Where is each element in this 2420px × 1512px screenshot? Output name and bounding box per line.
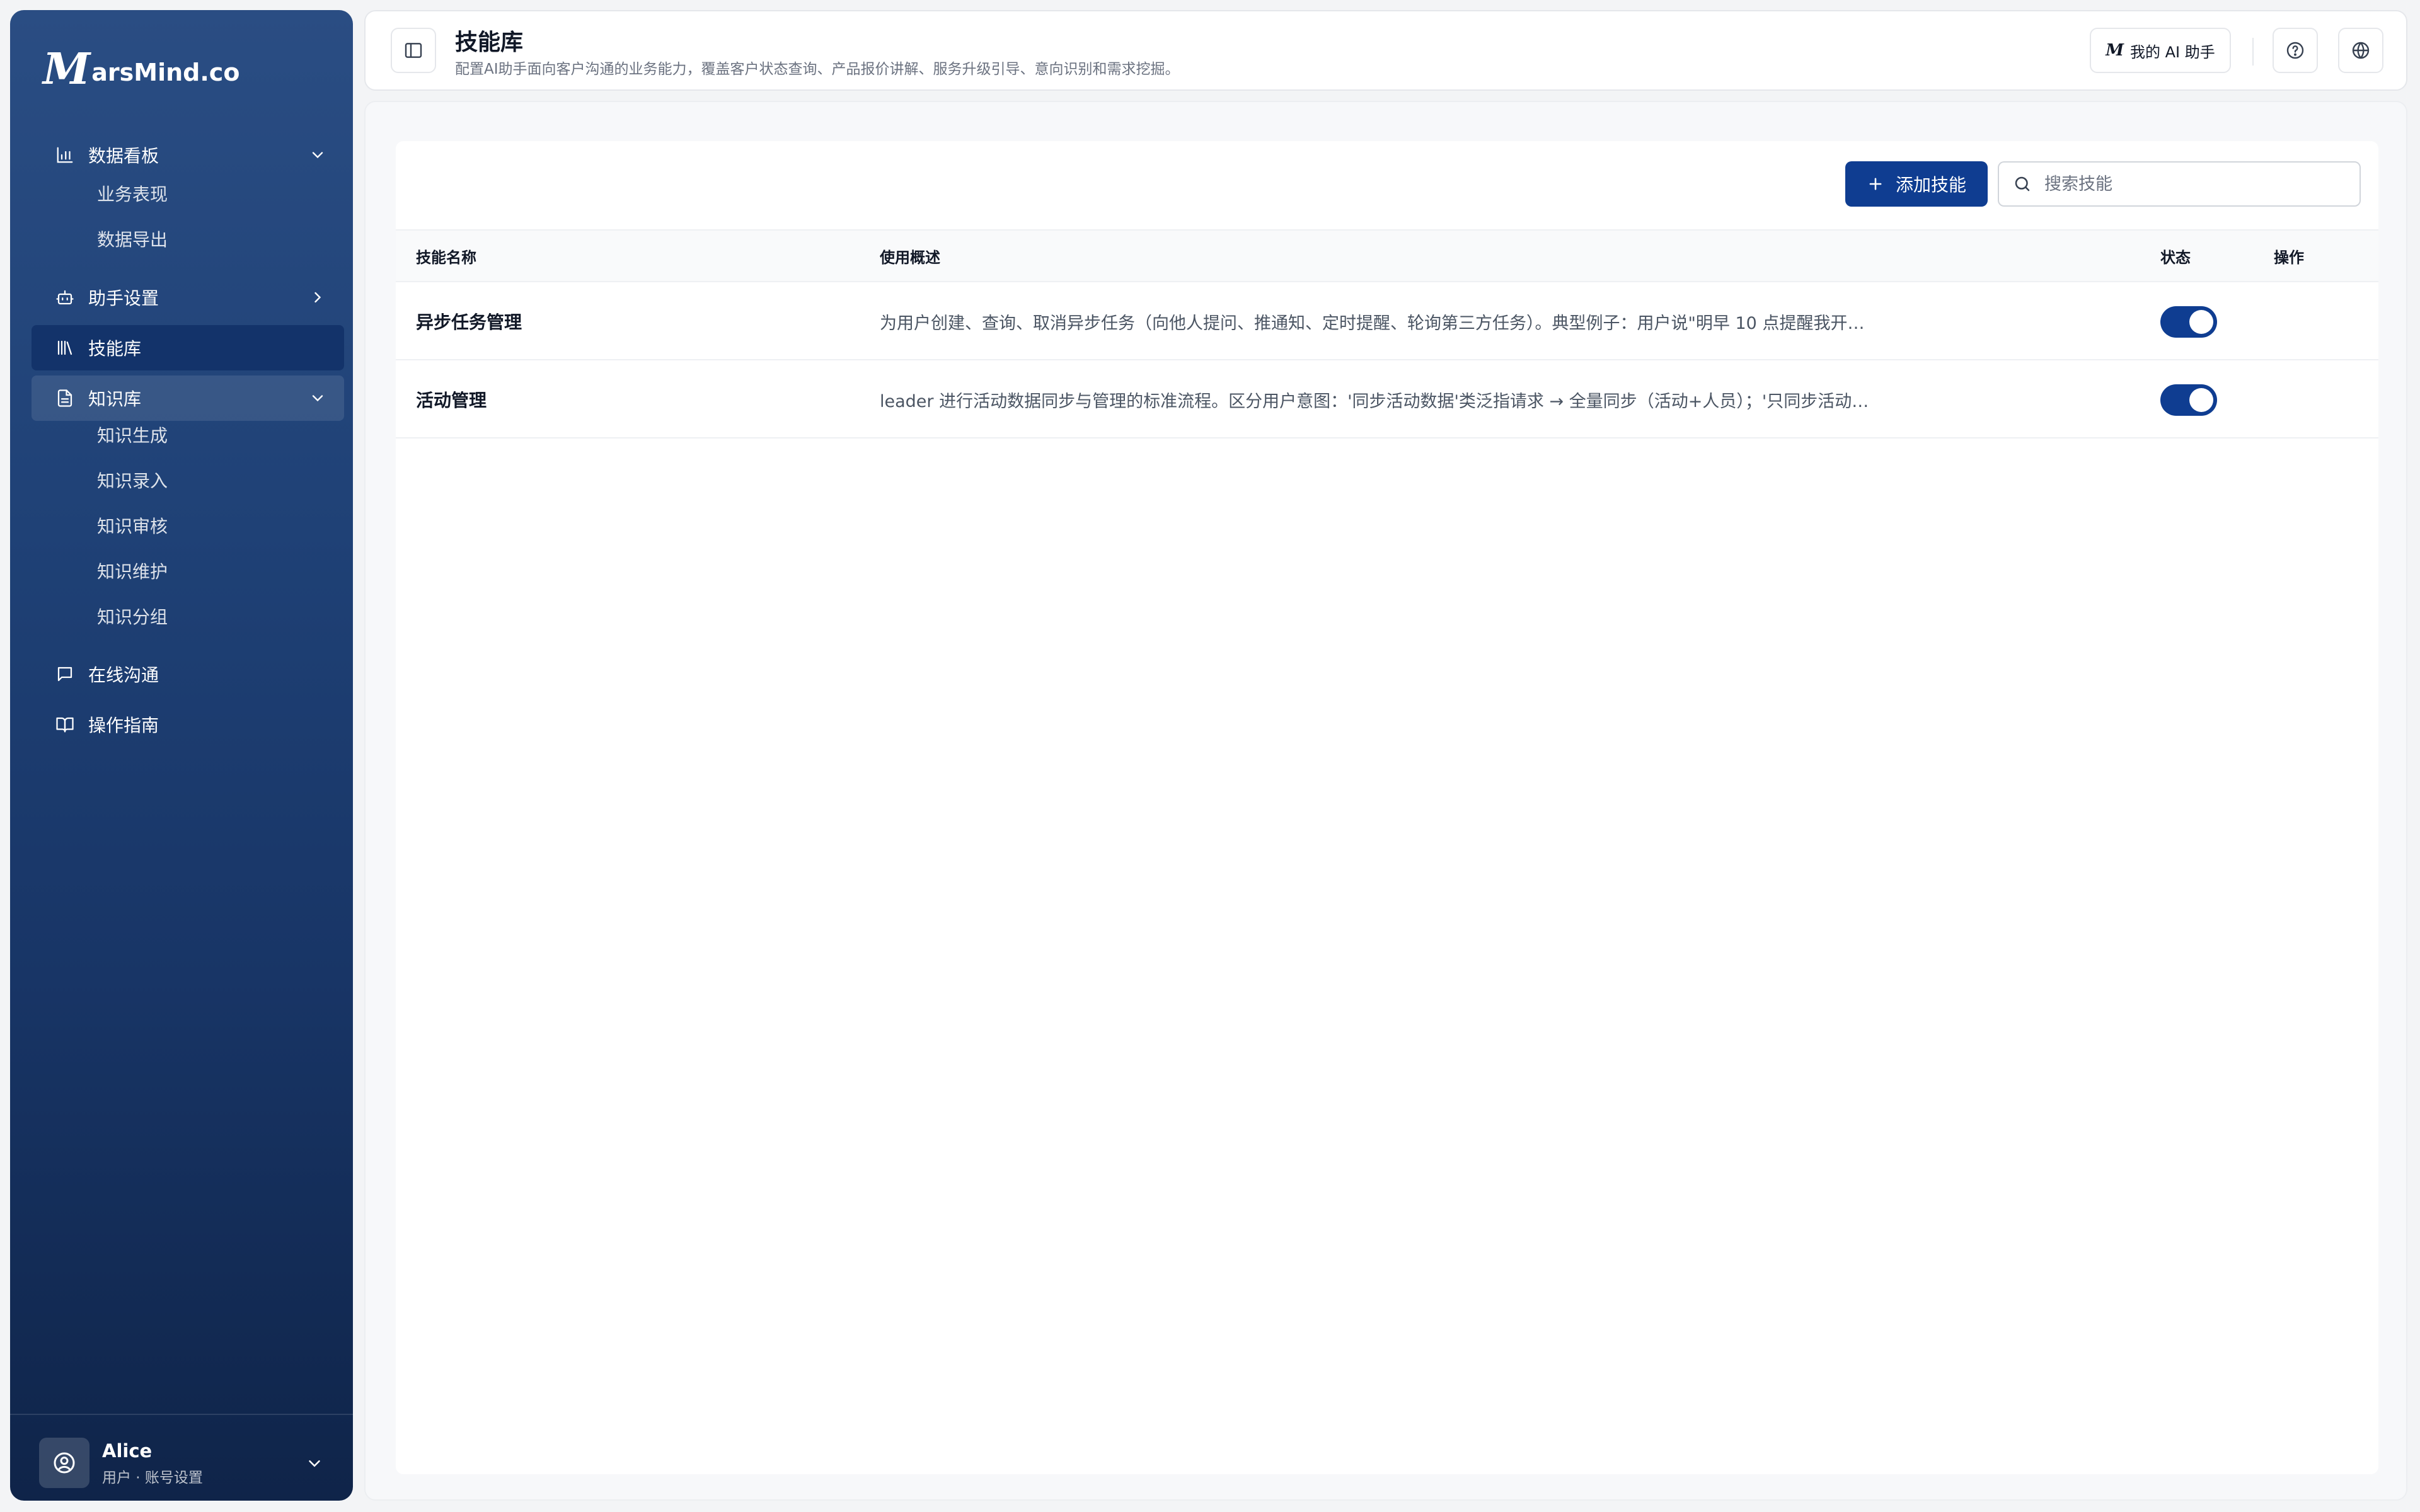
sidebar-subitem-business-performance[interactable]: 业务表现 <box>97 176 168 211</box>
search-icon <box>2015 176 2030 192</box>
sidebar-item-label: 数据看板 <box>88 146 159 166</box>
bar-chart-icon <box>54 144 76 166</box>
sidebar-item-dashboard[interactable]: 数据看板 <box>32 132 344 178</box>
library-icon <box>54 337 76 358</box>
sidebar-item-online-chat[interactable]: 在线沟通 <box>32 651 344 697</box>
sidebar-item-label: 助手设置 <box>88 288 159 309</box>
chevron-down-icon <box>309 1460 320 1467</box>
search-box[interactable] <box>1998 161 2361 207</box>
skill-name: 活动管理 <box>416 390 487 411</box>
plus-icon <box>1869 178 1882 190</box>
user-menu[interactable]: Alice 用户 · 账号设置 <box>10 1414 353 1501</box>
skills-panel: 添加技能 技能名称 使用概述 状态 操作 异步任务管理 为用户创建、查询、取消异… <box>396 141 2378 1474</box>
sidebar-item-assistant-settings[interactable]: 助手设置 <box>32 275 344 320</box>
sidebar-item-label: 操作指南 <box>88 715 159 736</box>
top-header: 技能库 配置AI助手面向客户沟通的业务能力，覆盖客户状态查询、产品报价讲解、服务… <box>364 10 2407 91</box>
chevron-down-icon <box>312 152 323 159</box>
sidebar-item-knowledge-base[interactable]: 知识库 <box>32 375 344 421</box>
skill-description-text: 为用户创建、查询、取消异步任务（向他人提问、推通知、定时提醒、轮询第三方任务）。… <box>880 313 1873 333</box>
table-row[interactable]: 异步任务管理 为用户创建、查询、取消异步任务（向他人提问、推通知、定时提醒、轮询… <box>396 282 2378 360</box>
sidebar: M arsMind.co 数据看板 业务表现 数据导出 助手设置 技能库 知识库… <box>10 10 353 1501</box>
toggle-knob <box>2189 388 2213 412</box>
column-header-description[interactable]: 使用概述 <box>880 231 940 281</box>
chevron-down-icon <box>312 395 323 402</box>
ai-logo-icon: M <box>2106 41 2124 60</box>
globe-icon <box>2352 42 2370 59</box>
header-divider <box>2252 38 2254 66</box>
table-row[interactable]: 活动管理 leader 进行活动数据同步与管理的标准流程。区分用户意图：'同步活… <box>396 360 2378 438</box>
language-button[interactable] <box>2338 28 2383 73</box>
page-description: 配置AI助手面向客户沟通的业务能力，覆盖客户状态查询、产品报价讲解、服务升级引导… <box>455 61 1180 77</box>
add-skill-label: 添加技能 <box>1895 175 1966 195</box>
sidebar-subitem-knowledge-generate[interactable]: 知识生成 <box>97 417 168 452</box>
sidebar-subitem-knowledge-entry[interactable]: 知识录入 <box>97 462 168 498</box>
column-header-actions[interactable]: 操作 <box>2274 231 2304 281</box>
user-circle-icon <box>54 1452 75 1474</box>
status-toggle[interactable] <box>2160 384 2217 416</box>
file-text-icon <box>54 387 76 409</box>
sidebar-item-label: 知识库 <box>88 389 142 410</box>
logo-mark: M <box>43 44 91 94</box>
sidebar-toggle-button[interactable] <box>391 28 436 73</box>
skill-description: leader 进行活动数据同步与管理的标准流程。区分用户意图：'同步活动数据'类… <box>880 360 1873 438</box>
user-subtitle: 用户 · 账号设置 <box>102 1470 203 1486</box>
sidebar-subitem-knowledge-maintain[interactable]: 知识维护 <box>97 553 168 588</box>
table-header: 技能名称 使用概述 状态 操作 <box>396 229 2378 282</box>
sidebar-item-guide[interactable]: 操作指南 <box>32 702 344 747</box>
sidebar-subitem-data-export[interactable]: 数据导出 <box>97 221 168 256</box>
search-input[interactable] <box>2043 173 2346 195</box>
sidebar-item-label: 在线沟通 <box>88 665 159 685</box>
sidebar-subitem-knowledge-review[interactable]: 知识审核 <box>97 508 168 543</box>
chevron-right-icon <box>314 292 321 303</box>
skill-description-text: leader 进行活动数据同步与管理的标准流程。区分用户意图：'同步活动数据'类… <box>880 391 1873 411</box>
column-header-skill-name[interactable]: 技能名称 <box>416 231 476 281</box>
main-content: 添加技能 技能名称 使用概述 状态 操作 异步任务管理 为用户创建、查询、取消异… <box>364 101 2407 1501</box>
skill-name: 异步任务管理 <box>416 312 522 333</box>
logo-text: arsMind.co <box>91 59 240 86</box>
status-toggle[interactable] <box>2160 306 2217 338</box>
message-icon <box>54 663 76 685</box>
sidebar-item-skills[interactable]: 技能库 <box>32 325 344 370</box>
brand-logo[interactable]: M arsMind.co <box>43 47 239 92</box>
add-skill-button[interactable]: 添加技能 <box>1845 161 1988 207</box>
panel-left-icon <box>405 43 422 58</box>
ai-button-label: 我的 AI 助手 <box>2130 43 2215 61</box>
bot-icon <box>54 287 76 308</box>
avatar <box>39 1438 89 1488</box>
page-title: 技能库 <box>455 30 524 55</box>
help-circle-icon <box>2286 42 2304 59</box>
book-open-icon <box>54 714 76 735</box>
user-name: Alice <box>102 1440 153 1462</box>
sidebar-item-label: 技能库 <box>88 338 142 359</box>
toggle-knob <box>2189 310 2213 334</box>
skill-description: 为用户创建、查询、取消异步任务（向他人提问、推通知、定时提醒、轮询第三方任务）。… <box>880 282 1873 360</box>
column-header-status[interactable]: 状态 <box>2160 231 2191 281</box>
sidebar-subitem-knowledge-group[interactable]: 知识分组 <box>97 598 168 634</box>
help-button[interactable] <box>2273 28 2318 73</box>
my-ai-assistant-button[interactable]: M 我的 AI 助手 <box>2090 28 2231 73</box>
